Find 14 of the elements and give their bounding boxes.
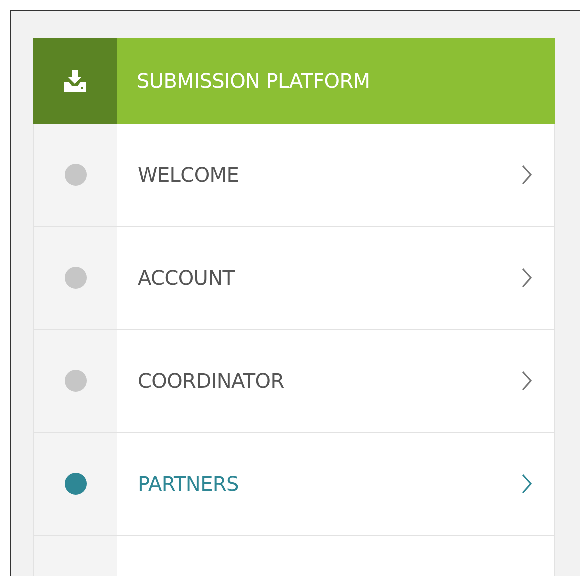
status-dot-icon bbox=[64, 370, 86, 392]
nav-item[interactable]: COORDINATOR bbox=[33, 330, 555, 433]
nav-item[interactable]: WELCOME bbox=[33, 124, 555, 227]
chevron-right-icon bbox=[522, 268, 532, 288]
status-dot-icon bbox=[64, 164, 86, 186]
chevron-right-icon bbox=[522, 165, 532, 185]
download-icon bbox=[63, 70, 87, 92]
status-dot-icon bbox=[64, 267, 86, 289]
chevron-right-icon bbox=[522, 474, 532, 494]
nav-item[interactable]: ACCOUNT bbox=[33, 227, 555, 330]
nav-item[interactable]: PARTNERS bbox=[33, 433, 555, 536]
menu-title: SUBMISSION PLATFORM bbox=[136, 69, 370, 93]
chevron-right-icon bbox=[522, 371, 532, 391]
status-dot-icon bbox=[64, 473, 86, 495]
